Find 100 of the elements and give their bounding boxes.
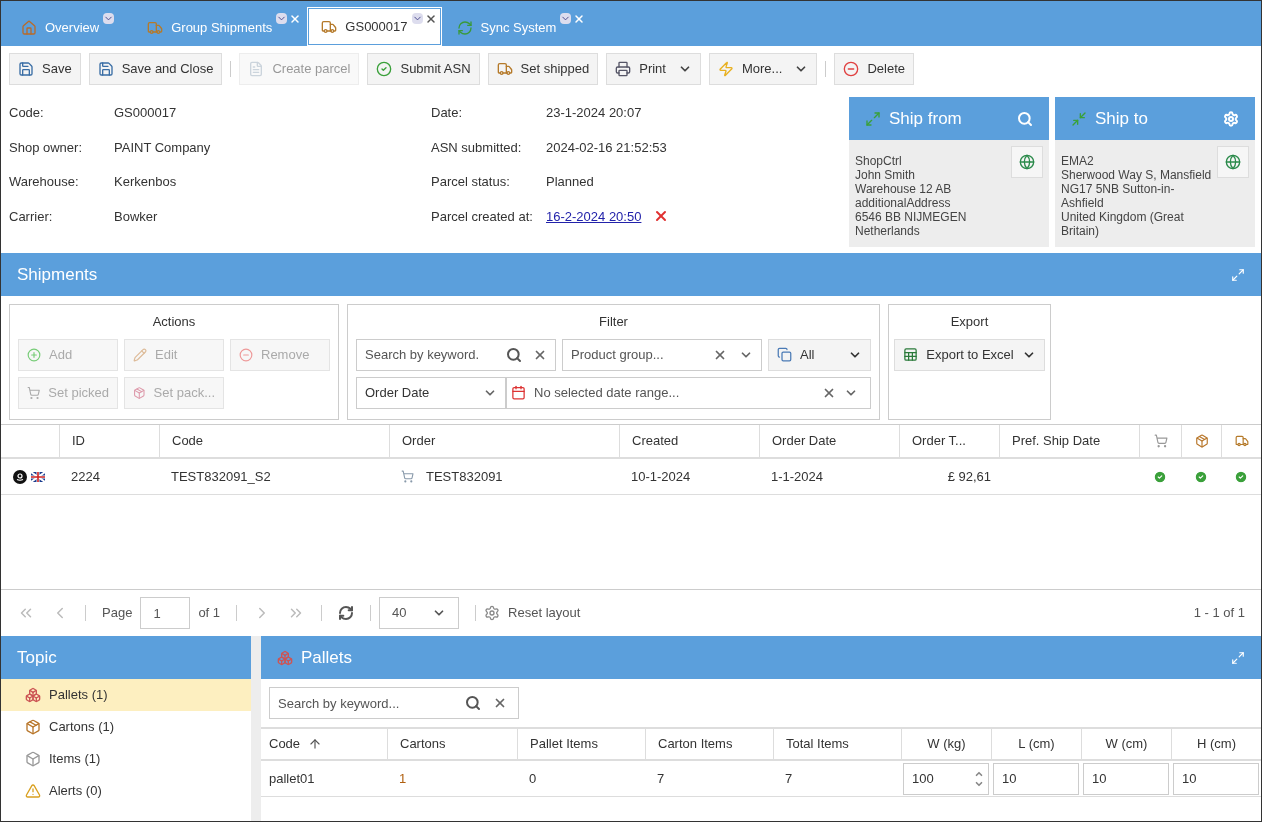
gear-icon (484, 605, 501, 621)
globe-icon (1225, 154, 1241, 170)
column-header[interactable]: Pref. Ship Date (999, 425, 1139, 457)
table-cell-text: TEST832091_S2 (170, 467, 272, 486)
toolbar-button[interactable]: Save and Close (88, 52, 223, 85)
page-size-select[interactable]: 40 (379, 597, 460, 629)
expand-icon[interactable] (1231, 267, 1245, 282)
column-header[interactable]: W (cm) (1081, 729, 1171, 759)
address-line: additionalAddress (855, 196, 952, 210)
address-line: Sherwood Way S, Mansfield (1061, 168, 1213, 182)
map-button[interactable] (1217, 146, 1249, 178)
search-field[interactable]: Search by keyword. (356, 338, 556, 371)
toolbar-button[interactable]: Print (606, 52, 701, 85)
pager-label: Page (102, 604, 133, 623)
sync-icon (456, 19, 473, 36)
printer-icon (615, 60, 632, 77)
globe-icon (1019, 154, 1035, 170)
column-header[interactable]: Created (619, 425, 759, 457)
panel-title: Topic (17, 646, 57, 669)
panel-title: Ship to (1095, 107, 1148, 130)
column-header[interactable]: ID (59, 425, 159, 457)
product-group-select[interactable]: Product group... (562, 338, 762, 371)
scope-select[interactable]: All (768, 338, 871, 371)
map-button[interactable] (1011, 146, 1043, 178)
column-header[interactable]: W (kg) (901, 729, 991, 759)
house-icon (21, 19, 37, 36)
address-line: Netherlands (855, 224, 921, 238)
table-cell-text: 7 (656, 769, 666, 788)
date-field-select[interactable]: Order Date (356, 376, 506, 409)
column-header[interactable]: H (cm) (1171, 729, 1261, 759)
table-cell-text: pallet01 (268, 769, 316, 788)
search-field[interactable]: Search by keyword... (269, 687, 519, 719)
date-link[interactable]: 16-2-2024 20:50 (546, 206, 642, 226)
field-label: Carrier: (9, 207, 54, 226)
refresh-icon[interactable] (338, 605, 355, 621)
column-header[interactable]: Carton Items (645, 729, 773, 759)
close-icon[interactable] (424, 13, 437, 25)
column-header[interactable]: Order (389, 425, 619, 457)
table-cell-text: 1-1-2024 (770, 467, 825, 486)
toolbar-button[interactable]: Submit ASN (367, 52, 480, 85)
collapse-icon (1071, 110, 1087, 127)
column-header[interactable]: Order Date (759, 425, 899, 457)
check-icon (376, 60, 393, 77)
truck-icon (496, 60, 513, 77)
column-header[interactable]: Code (261, 729, 387, 759)
table-cell-text: 10-1-2024 (630, 467, 692, 486)
panel-title: Ship from (889, 107, 962, 130)
boxes-icon (277, 649, 293, 666)
dropdown-icon[interactable] (276, 13, 288, 24)
column-header[interactable]: Pallet Items (517, 729, 645, 759)
package-icon (1194, 434, 1209, 448)
reset-layout-button[interactable]: Reset layout (484, 603, 581, 623)
toolbar-button[interactable]: Delete (834, 52, 914, 85)
expand-icon[interactable] (1231, 650, 1245, 665)
field-value: Kerkenbos (114, 173, 177, 191)
table-cell-text: 7 (784, 769, 794, 788)
page-field[interactable]: 1 (140, 597, 191, 629)
search-icon[interactable] (465, 695, 481, 711)
column-header[interactable]: Code (159, 425, 389, 457)
table-cell-text: 2224 (70, 467, 101, 486)
toolbar-button[interactable]: More... (708, 52, 818, 85)
dropdown-icon[interactable] (560, 13, 572, 24)
tab[interactable]: GS000017 (308, 8, 441, 45)
number-field[interactable]: 10 (1083, 762, 1169, 795)
column-header[interactable]: Order T... (899, 425, 999, 457)
column-header[interactable]: Total Items (773, 729, 901, 759)
dropdown-icon[interactable] (411, 13, 423, 24)
package-icon (133, 385, 146, 400)
sort-ascending-icon (308, 737, 323, 751)
field-value: PAINT Company (114, 138, 211, 157)
address-line: Warehouse 12 AB (855, 182, 953, 196)
settings-icon[interactable] (1223, 110, 1239, 127)
date-range-field[interactable]: No selected date range... (506, 376, 871, 409)
toolbar-button[interactable]: Save (9, 52, 81, 85)
number-field[interactable]: 10 (993, 762, 1079, 795)
check-icon (1153, 469, 1167, 484)
copy-icon (777, 347, 792, 362)
address-line: 6546 BB NIJMEGEN (855, 210, 968, 224)
table-cell-text: TEST832091 (426, 467, 503, 486)
dropdown-icon[interactable] (103, 13, 115, 24)
export-button[interactable]: Export to Excel (894, 338, 1045, 371)
field-label: Parcel created at: (431, 207, 534, 226)
table-cell-text: £ 92,61 (946, 467, 992, 486)
toolbar-button[interactable]: Set shipped (487, 52, 599, 85)
truck-icon (1234, 434, 1249, 448)
clear-icon[interactable] (493, 696, 507, 710)
topic-item[interactable]: Pallets (1) (1, 679, 252, 711)
package-icon (25, 719, 41, 735)
document-icon (248, 60, 265, 77)
search-icon[interactable] (506, 346, 522, 363)
field-label: Shop owner: (9, 138, 83, 157)
number-field[interactable]: 100 (903, 762, 989, 795)
number-field[interactable]: 10 (1173, 762, 1259, 795)
column-header[interactable]: L (cm) (991, 729, 1081, 759)
calendar-icon (511, 385, 526, 400)
pager-label: of 1 (198, 604, 221, 623)
column-header[interactable]: Cartons (387, 729, 517, 759)
truck-icon (147, 19, 164, 36)
address-line: EMA2 (1061, 154, 1095, 168)
field-label: Date: (431, 104, 464, 122)
